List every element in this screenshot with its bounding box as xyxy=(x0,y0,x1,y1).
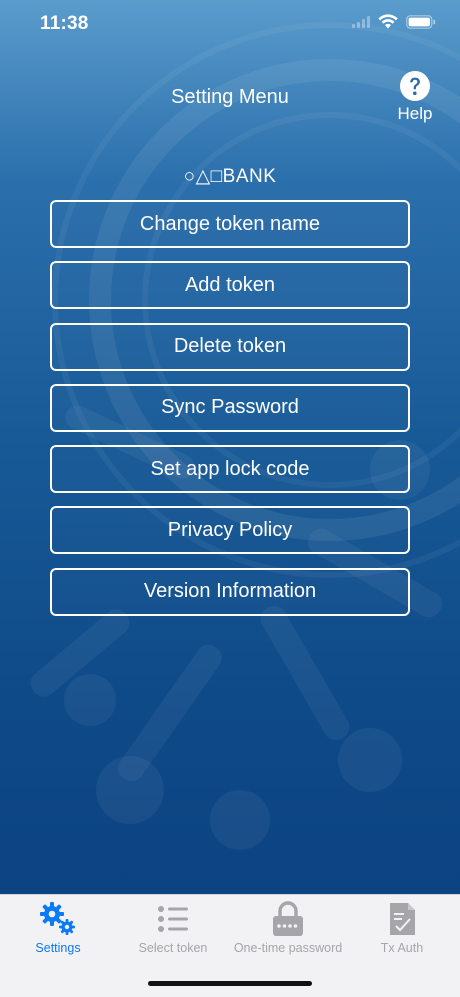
version-information-button[interactable]: Version Information xyxy=(50,567,410,616)
tab-bar: Settings Select token One-time password … xyxy=(0,894,460,997)
tab-label: Select token xyxy=(138,941,208,955)
delete-token-button[interactable]: Delete token xyxy=(50,322,410,371)
wifi-icon xyxy=(378,14,398,29)
tab-label: One-time password xyxy=(233,941,343,955)
page-title: Setting Menu xyxy=(171,86,289,108)
home-indicator xyxy=(148,981,312,986)
battery-icon xyxy=(406,14,436,29)
tab-select-token[interactable]: Select token xyxy=(128,895,218,965)
sync-password-button[interactable]: Sync Password xyxy=(50,383,410,432)
tab-label: Settings xyxy=(35,941,81,955)
tab-settings[interactable]: Settings xyxy=(22,895,94,965)
help-label: Help xyxy=(397,104,433,123)
tab-one-time-password[interactable]: One-time password xyxy=(230,895,346,965)
change-token-name-button[interactable]: Change token name xyxy=(50,200,410,248)
bank-name: ○△□BANK xyxy=(183,166,277,187)
signal-icon xyxy=(352,15,370,28)
privacy-policy-button[interactable]: Privacy Policy xyxy=(50,506,410,555)
set-app-lock-code-button[interactable]: Set app lock code xyxy=(50,445,410,494)
tab-label: Tx Auth xyxy=(380,941,424,955)
question-circle-icon xyxy=(400,71,430,101)
list-icon xyxy=(158,906,188,932)
add-token-button[interactable]: Add token xyxy=(50,261,410,310)
app-screen: 11:38 Setting Menu Help ○△□BANK Change t… xyxy=(0,0,460,996)
tab-tx-auth[interactable]: Tx Auth xyxy=(370,895,434,965)
gears-icon xyxy=(40,902,75,935)
status-time: 11:38 xyxy=(40,13,89,34)
help-button[interactable]: Help xyxy=(392,70,438,124)
padlock-password-icon xyxy=(273,901,303,936)
document-check-icon xyxy=(390,903,415,935)
status-icons xyxy=(352,14,436,29)
status-bar: 11:38 xyxy=(0,0,460,50)
settings-menu: Change token name Add token Delete token… xyxy=(50,200,410,629)
